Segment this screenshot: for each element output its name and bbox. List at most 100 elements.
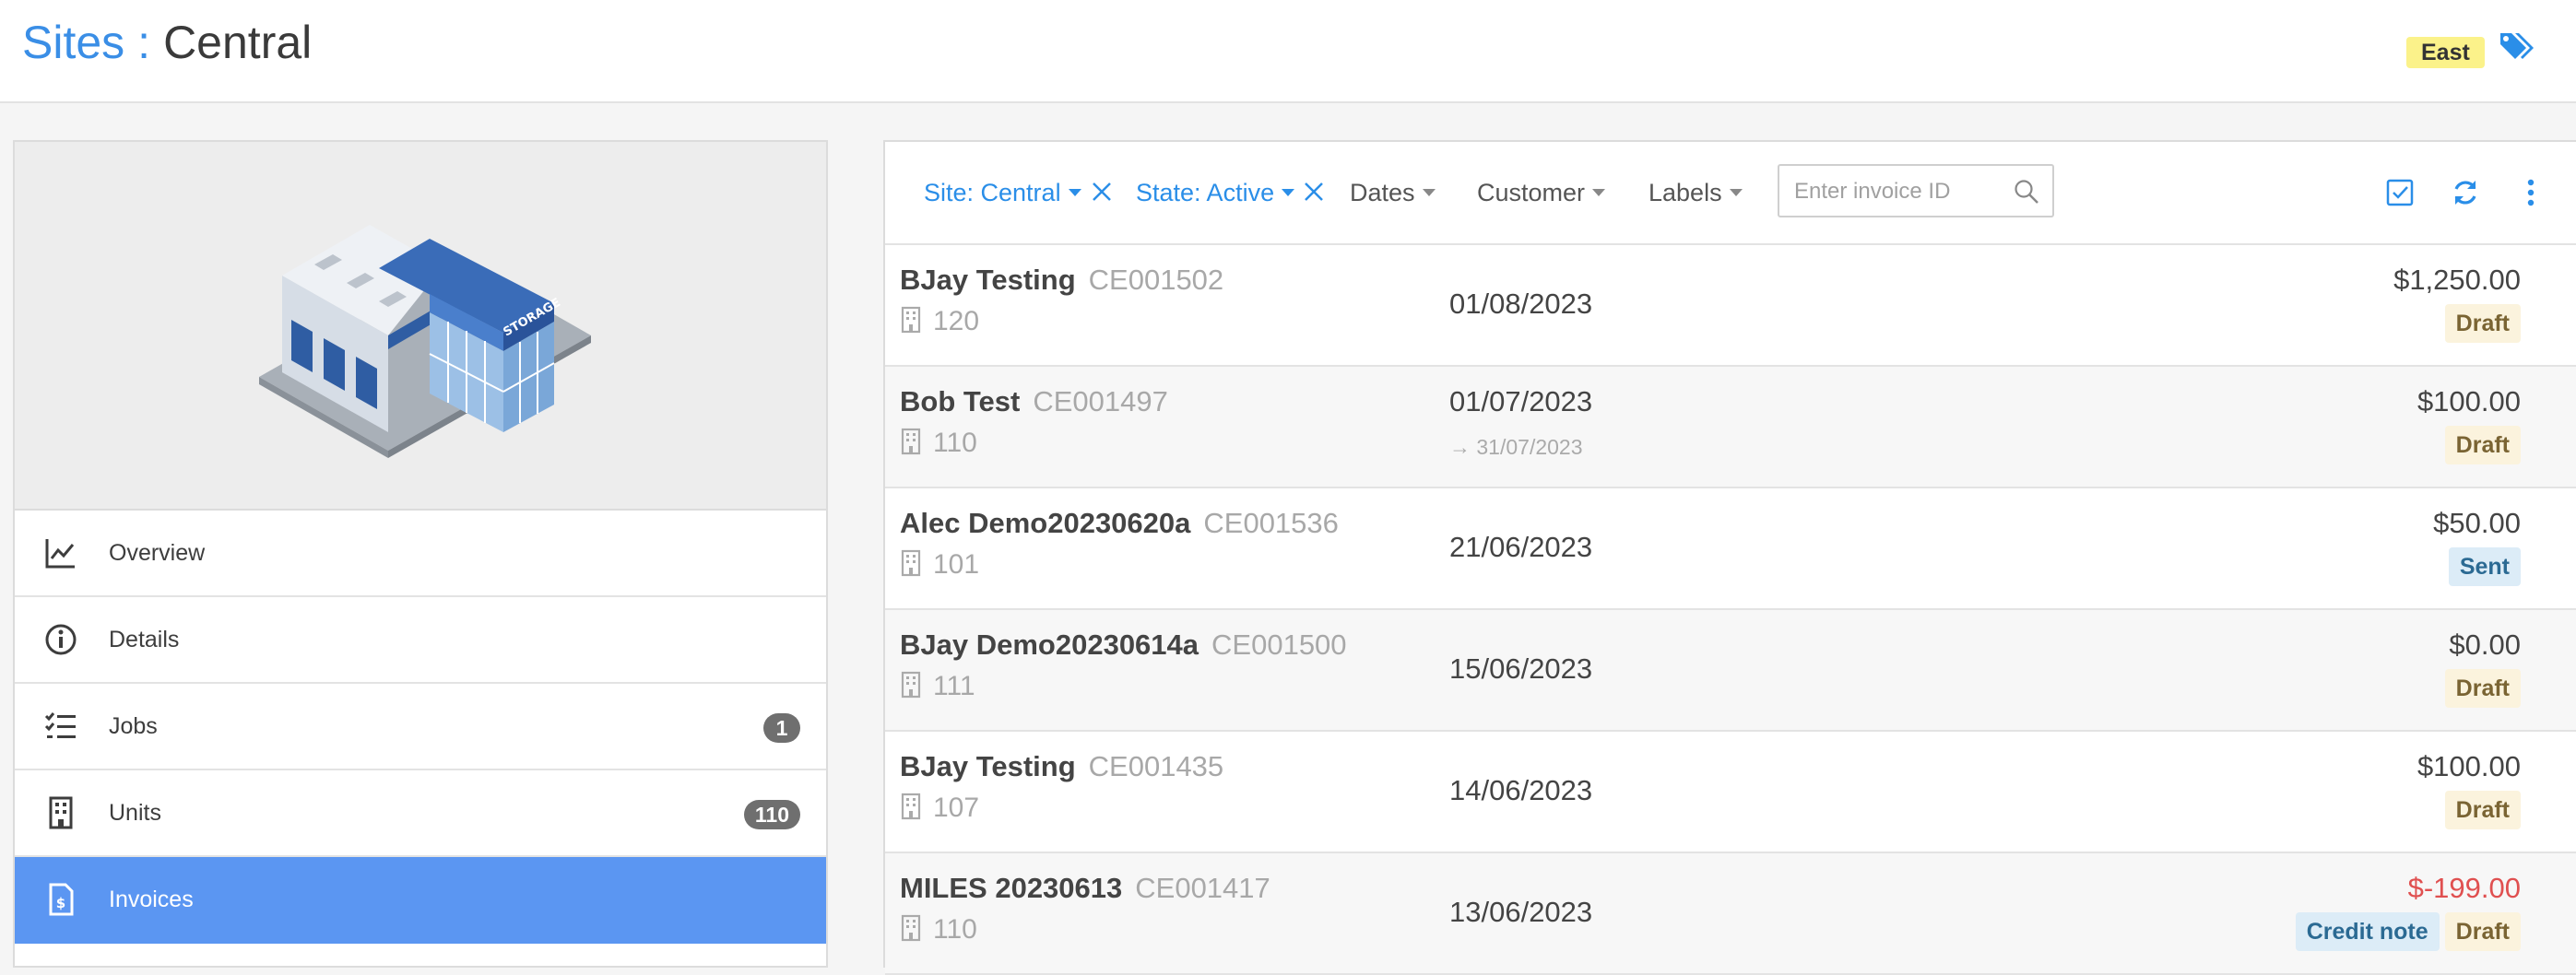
sidebar-item-overview[interactable]: Overview xyxy=(15,511,826,597)
invoice-date: 14/06/2023 xyxy=(1449,774,1593,806)
search-icon[interactable] xyxy=(2014,179,2039,205)
unit-number: 110 xyxy=(900,428,977,459)
building-icon xyxy=(901,549,921,577)
site-filter-dropdown[interactable]: Site: Central xyxy=(924,142,1081,243)
checklist-icon xyxy=(44,712,76,738)
svg-text:$: $ xyxy=(56,895,65,911)
invoice-amount: $100.00 xyxy=(2416,750,2521,782)
status-badges: Draft xyxy=(2444,304,2521,343)
sidebar-item-units[interactable]: Units 110 xyxy=(15,770,826,857)
invoice-search-box xyxy=(1778,164,2054,217)
invoice-row[interactable]: BJay Testing CE001435 107 14/06/2023 $100… xyxy=(885,732,2576,853)
site-sidebar: STORAGE Overview Details Jobs 1 Units 11… xyxy=(13,140,828,968)
invoice-id: CE001502 xyxy=(1088,264,1224,296)
unit-number-text: 101 xyxy=(933,549,980,580)
chart-line-icon xyxy=(45,539,75,569)
state-filter-dropdown[interactable]: State: Active xyxy=(1136,142,1295,243)
labels-filter-label: Labels xyxy=(1648,179,1722,206)
unit-number-text: 107 xyxy=(933,793,980,823)
invoice-row[interactable]: Bob Test CE001497 110 01/07/2023 → 31/07/… xyxy=(885,367,2576,488)
unit-number: 101 xyxy=(900,549,979,581)
chevron-down-icon xyxy=(1592,188,1606,196)
invoice-amount: $-199.00 xyxy=(2407,872,2521,904)
info-circle-icon xyxy=(45,624,77,655)
invoice-row[interactable]: BJay Demo20230614a CE001500 111 15/06/202… xyxy=(885,610,2576,732)
sidebar-item-label: Jobs xyxy=(109,713,158,739)
invoice-amount: $50.00 xyxy=(2433,507,2521,539)
unit-number-text: 111 xyxy=(933,671,975,701)
customer-name: BJay Testing CE001502 xyxy=(900,264,1223,297)
credit-note-badge: Credit note xyxy=(2295,912,2440,951)
customer-name: BJay Testing CE001435 xyxy=(900,750,1223,783)
sidebar-item-label: Overview xyxy=(109,540,206,566)
customer-name: Alec Demo20230620a CE001536 xyxy=(900,507,1339,540)
invoice-id: CE001417 xyxy=(1135,872,1270,904)
building-icon xyxy=(901,306,921,334)
sidebar-item-label: Units xyxy=(109,800,161,826)
customer-name-text: BJay Testing xyxy=(900,264,1076,296)
breadcrumb-sites-link[interactable]: Sites xyxy=(22,17,124,68)
building-icon xyxy=(901,428,921,455)
invoice-date: 13/06/2023 xyxy=(1449,896,1593,928)
chevron-down-icon xyxy=(1282,188,1295,196)
unit-number: 107 xyxy=(900,793,979,824)
status-badge: Sent xyxy=(2448,547,2521,586)
region-badge: East xyxy=(2406,37,2485,68)
refresh-icon[interactable] xyxy=(2450,177,2481,208)
page-header: Sites: Central East xyxy=(0,0,2576,103)
site-filter-label: Site: Central xyxy=(924,179,1061,206)
sidebar-item-invoices[interactable]: $ Invoices xyxy=(15,857,826,944)
filter-bar: Site: Central State: Active Dates Custom… xyxy=(885,142,2576,245)
sidebar-item-jobs[interactable]: Jobs 1 xyxy=(15,684,826,770)
status-badges: Draft xyxy=(2444,791,2521,829)
invoice-list-panel: Site: Central State: Active Dates Custom… xyxy=(883,140,2576,975)
invoice-list: BJay Testing CE001502 120 01/08/2023 $1,2… xyxy=(885,245,2576,975)
clear-state-filter-icon[interactable] xyxy=(1302,180,1326,204)
invoice-amount: $100.00 xyxy=(2416,385,2521,417)
chevron-down-icon xyxy=(1729,188,1743,196)
invoice-date: 01/07/2023 xyxy=(1449,385,1593,417)
dates-filter-dropdown[interactable]: Dates xyxy=(1350,142,1436,243)
invoice-date: 01/08/2023 xyxy=(1449,288,1593,320)
unit-number: 110 xyxy=(900,914,977,946)
invoice-row[interactable]: BJay Testing CE001502 120 01/08/2023 $1,2… xyxy=(885,245,2576,367)
customer-name-text: BJay Demo20230614a xyxy=(900,628,1199,661)
customer-name-text: Alec Demo20230620a xyxy=(900,507,1191,539)
building-icon xyxy=(901,914,921,942)
sidebar-item-label: Invoices xyxy=(109,887,194,912)
invoice-date: 15/06/2023 xyxy=(1449,652,1593,685)
building-icon xyxy=(901,671,921,699)
unit-number: 111 xyxy=(900,671,975,702)
labels-filter-dropdown[interactable]: Labels xyxy=(1648,142,1743,243)
customer-filter-label: Customer xyxy=(1477,179,1586,206)
jobs-count-badge: 1 xyxy=(763,713,800,743)
clear-site-filter-icon[interactable] xyxy=(1090,180,1114,204)
breadcrumb-separator: : xyxy=(137,17,151,68)
chevron-down-icon xyxy=(1422,188,1436,196)
customer-filter-dropdown[interactable]: Customer xyxy=(1477,142,1606,243)
more-vertical-icon[interactable] xyxy=(2515,177,2546,208)
tags-icon[interactable] xyxy=(2499,29,2535,63)
customer-name: Bob Test CE001497 xyxy=(900,385,1168,418)
invoice-date: 21/06/2023 xyxy=(1449,531,1593,563)
invoice-row[interactable]: Alec Demo20230620a CE001536 101 21/06/202… xyxy=(885,488,2576,610)
status-badge: Draft xyxy=(2444,669,2521,708)
customer-name-text: BJay Testing xyxy=(900,750,1076,782)
sidebar-item-details[interactable]: Details xyxy=(15,597,826,684)
invoice-icon: $ xyxy=(49,883,74,916)
status-badge: Draft xyxy=(2444,912,2521,951)
unit-number-text: 110 xyxy=(933,428,977,458)
status-badge: Draft xyxy=(2444,426,2521,464)
invoice-amount: $0.00 xyxy=(2449,628,2521,661)
invoice-row[interactable]: MILES 20230613 CE001417 110 13/06/2023 $-… xyxy=(885,853,2576,975)
status-badges: Sent xyxy=(2448,547,2521,586)
checkbox-icon[interactable] xyxy=(2384,177,2416,208)
unit-number: 120 xyxy=(900,306,979,337)
invoice-id: CE001497 xyxy=(1033,385,1168,417)
invoice-id-input[interactable] xyxy=(1794,173,2006,210)
unit-number-text: 120 xyxy=(933,306,980,336)
breadcrumb-current: Central xyxy=(163,17,313,68)
customer-name-text: Bob Test xyxy=(900,385,1021,417)
status-badges: Credit note Draft xyxy=(2295,912,2521,951)
status-badges: Draft xyxy=(2444,426,2521,464)
